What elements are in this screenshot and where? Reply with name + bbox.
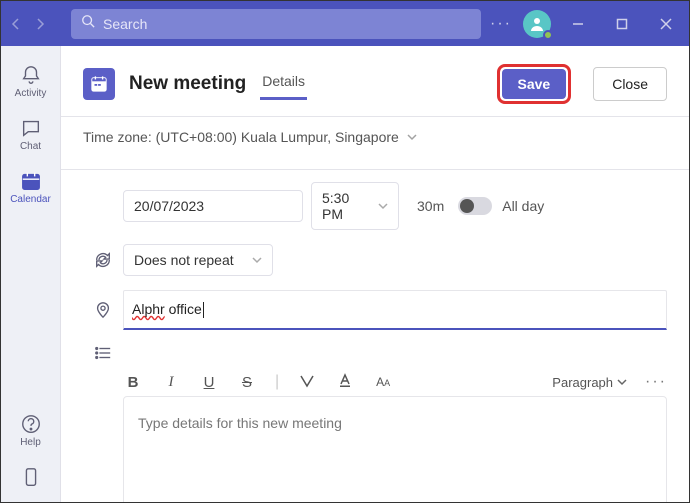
rail-calendar[interactable]: Calendar bbox=[1, 164, 61, 211]
avatar[interactable] bbox=[523, 10, 551, 38]
paragraph-style-selector[interactable]: Paragraph bbox=[552, 375, 627, 390]
app-more-icon[interactable]: ··· bbox=[489, 15, 513, 33]
window-minimize-button[interactable] bbox=[561, 8, 595, 40]
tab-details[interactable]: Details bbox=[260, 73, 307, 100]
toolbar-more-button[interactable]: ··· bbox=[645, 373, 667, 391]
nav-back[interactable] bbox=[7, 15, 25, 33]
duration-label: 30m bbox=[417, 198, 444, 214]
nav-forward[interactable] bbox=[31, 15, 49, 33]
location-icon bbox=[83, 301, 123, 319]
calendar-icon bbox=[83, 68, 115, 100]
rail-label: Chat bbox=[20, 141, 41, 152]
time-picker[interactable]: 5:30 PM bbox=[311, 182, 399, 230]
editor-placeholder: Type details for this new meeting bbox=[138, 415, 342, 431]
location-word: Alphr bbox=[132, 301, 165, 317]
location-input[interactable]: Alphr office bbox=[123, 290, 667, 330]
recurrence-value: Does not repeat bbox=[134, 252, 238, 268]
search-box[interactable] bbox=[71, 9, 481, 39]
window-maximize-button[interactable] bbox=[605, 8, 639, 40]
rail-label: Help bbox=[20, 437, 41, 448]
format-highlight-button[interactable] bbox=[297, 372, 317, 392]
chevron-down-icon bbox=[617, 375, 627, 390]
rail-activity[interactable]: Activity bbox=[1, 58, 61, 105]
chevron-down-icon bbox=[378, 198, 388, 214]
rail-device[interactable] bbox=[1, 460, 61, 502]
timezone-label: Time zone: (UTC+08:00) Kuala Lumpur, Sin… bbox=[83, 129, 399, 145]
format-italic-button[interactable]: I bbox=[161, 374, 181, 391]
timezone-selector[interactable]: Time zone: (UTC+08:00) Kuala Lumpur, Sin… bbox=[61, 117, 689, 157]
repeat-icon bbox=[83, 251, 123, 269]
recurrence-selector[interactable]: Does not repeat bbox=[123, 244, 273, 276]
format-fontsize-button[interactable]: AA bbox=[373, 375, 393, 389]
search-input[interactable] bbox=[103, 16, 471, 32]
all-day-toggle[interactable] bbox=[458, 197, 492, 215]
page-title: New meeting bbox=[129, 73, 246, 95]
chevron-down-icon bbox=[252, 252, 262, 268]
text-caret bbox=[203, 302, 204, 318]
location-word: office bbox=[169, 301, 202, 317]
format-strike-button[interactable]: S bbox=[237, 374, 257, 391]
search-icon bbox=[81, 14, 95, 33]
chevron-down-icon bbox=[407, 129, 417, 145]
window-close-button[interactable] bbox=[649, 8, 683, 40]
close-button[interactable]: Close bbox=[593, 67, 667, 101]
rail-label: Activity bbox=[15, 88, 47, 99]
format-fontcolor-button[interactable] bbox=[335, 372, 355, 392]
rail-label: Calendar bbox=[10, 194, 51, 205]
format-underline-button[interactable]: U bbox=[199, 374, 219, 391]
all-day-label: All day bbox=[502, 198, 544, 214]
description-icon bbox=[83, 344, 123, 362]
date-picker[interactable]: 20/07/2023 bbox=[123, 190, 303, 222]
rail-help[interactable]: Help bbox=[1, 407, 61, 454]
highlight-save: Save bbox=[497, 64, 572, 104]
format-bold-button[interactable]: B bbox=[123, 374, 143, 391]
description-editor[interactable]: Type details for this new meeting bbox=[123, 396, 667, 502]
save-button[interactable]: Save bbox=[502, 69, 567, 99]
rail-chat[interactable]: Chat bbox=[1, 111, 61, 158]
presence-available-icon bbox=[543, 30, 553, 40]
separator: | bbox=[275, 373, 279, 391]
time-value: 5:30 PM bbox=[322, 190, 364, 222]
paragraph-label: Paragraph bbox=[552, 375, 613, 390]
date-value: 20/07/2023 bbox=[134, 198, 204, 214]
